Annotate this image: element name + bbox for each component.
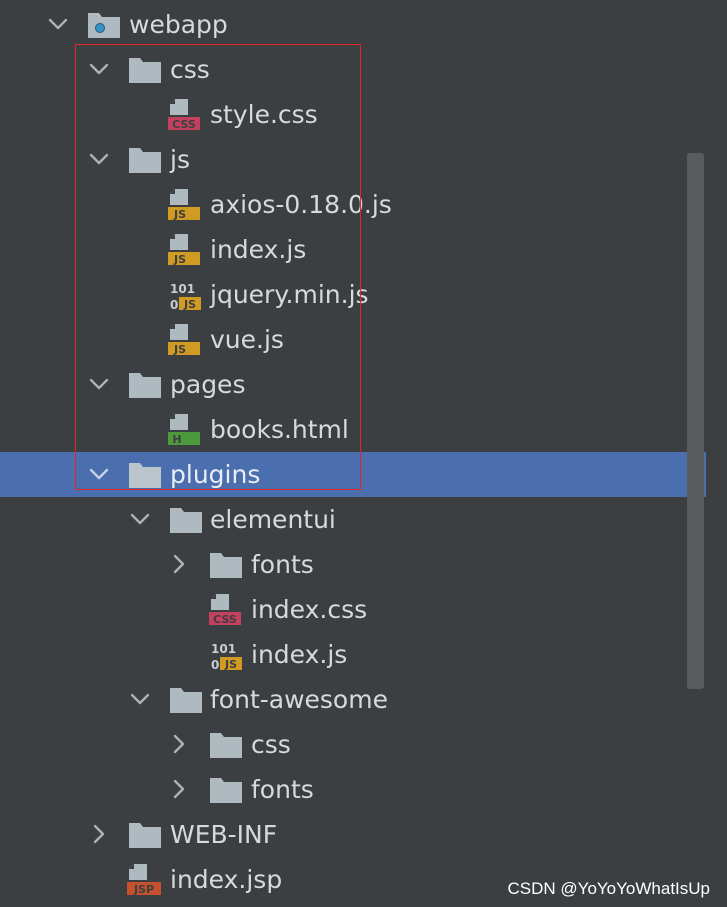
tree-node-elementui-fonts-folder[interactable]: fonts xyxy=(0,542,706,587)
tree-node-js-folder[interactable]: js xyxy=(0,137,706,182)
js-file-icon: JS xyxy=(168,323,204,356)
js-file-icon: JS xyxy=(168,233,204,266)
tree-node-jquery-min-js[interactable]: 101 0 JS jquery.min.js xyxy=(0,272,706,317)
tree-node-label: elementui xyxy=(210,505,336,534)
tree-node-label: plugins xyxy=(170,460,261,489)
folder-icon xyxy=(208,548,244,581)
vertical-scrollbar-thumb[interactable] xyxy=(687,153,704,689)
chevron-down-icon[interactable] xyxy=(88,58,110,80)
js-badge-text: JS xyxy=(173,208,186,221)
chevron-right-icon[interactable] xyxy=(168,733,190,755)
tree-node-label: js xyxy=(170,145,190,174)
jsp-badge-text: JSP xyxy=(133,883,154,896)
tree-node-webapp[interactable]: webapp xyxy=(0,2,706,47)
tree-node-label: axios-0.18.0.js xyxy=(210,190,392,219)
css-file-icon: CSS xyxy=(209,593,245,626)
folder-icon xyxy=(127,368,163,401)
chevron-right-icon[interactable] xyxy=(88,823,110,845)
css-badge-text: CSS xyxy=(172,118,196,131)
tree-node-css-folder[interactable]: css xyxy=(0,47,706,92)
tree-node-label: index.css xyxy=(251,595,368,624)
chevron-right-icon[interactable] xyxy=(168,778,190,800)
chevron-down-icon[interactable] xyxy=(88,463,110,485)
folder-icon xyxy=(208,773,244,806)
tree-node-label: index.js xyxy=(210,235,307,264)
chevron-down-icon[interactable] xyxy=(47,13,69,35)
folder-icon xyxy=(127,818,163,851)
js-file-icon: JS xyxy=(168,188,204,221)
project-tree: webapp css CSS style.css js JS axios-0.1… xyxy=(0,0,727,907)
tree-node-font-awesome-css-folder[interactable]: css xyxy=(0,722,706,767)
binary-left-text: 0 xyxy=(211,658,219,671)
web-module-folder-icon xyxy=(86,8,122,41)
tree-node-label: vue.js xyxy=(210,325,284,354)
chevron-down-icon[interactable] xyxy=(88,373,110,395)
tree-node-label: books.html xyxy=(210,415,349,444)
tree-node-label: index.js xyxy=(251,640,348,669)
tree-node-label: WEB-INF xyxy=(170,820,278,849)
html-file-icon: H xyxy=(168,413,204,446)
folder-icon xyxy=(127,143,163,176)
js-badge-text: JS xyxy=(224,658,237,671)
tree-node-label: css xyxy=(170,55,210,84)
chevron-down-icon[interactable] xyxy=(129,688,151,710)
chevron-down-icon[interactable] xyxy=(129,508,151,530)
tree-node-books-html[interactable]: H books.html xyxy=(0,407,706,452)
tree-node-vue-js[interactable]: JS vue.js xyxy=(0,317,706,362)
html-badge-text: H xyxy=(172,433,181,446)
jsp-file-icon: JSP xyxy=(127,863,163,896)
tree-node-plugins-folder[interactable]: plugins xyxy=(0,452,706,497)
tree-node-axios-js[interactable]: JS axios-0.18.0.js xyxy=(0,182,706,227)
tree-node-label: fonts xyxy=(251,550,314,579)
watermark: CSDN @YoYoYoWhatIsUp xyxy=(507,879,710,898)
tree-node-style-css[interactable]: CSS style.css xyxy=(0,92,706,137)
tree-node-label: pages xyxy=(170,370,246,399)
tree-node-font-awesome-fonts-folder[interactable]: fonts xyxy=(0,767,706,812)
chevron-down-icon[interactable] xyxy=(88,148,110,170)
binary-top-text: 101 xyxy=(211,642,236,656)
tree-node-elementui-folder[interactable]: elementui xyxy=(0,497,706,542)
tree-node-label: jquery.min.js xyxy=(210,280,369,309)
tree-node-elementui-index-css[interactable]: CSS index.css xyxy=(0,587,706,632)
binary-top-text: 101 xyxy=(170,282,195,296)
tree-node-label: style.css xyxy=(210,100,318,129)
tree-node-label: css xyxy=(251,730,291,759)
tree-node-web-inf-folder[interactable]: WEB-INF xyxy=(0,812,706,857)
tree-node-font-awesome-folder[interactable]: font-awesome xyxy=(0,677,706,722)
folder-icon xyxy=(208,728,244,761)
css-file-icon: CSS xyxy=(168,98,204,131)
js-badge-text: JS xyxy=(183,298,196,311)
tree-node-index-js[interactable]: JS index.js xyxy=(0,227,706,272)
chevron-right-icon[interactable] xyxy=(168,553,190,575)
css-badge-text: CSS xyxy=(213,613,237,626)
js-badge-text: JS xyxy=(173,253,186,266)
binary-left-text: 0 xyxy=(170,298,178,311)
folder-icon xyxy=(168,683,204,716)
tree-node-label: webapp xyxy=(129,10,228,39)
minified-js-file-icon: 101 0 JS xyxy=(209,638,245,671)
folder-icon xyxy=(127,458,163,491)
tree-node-label: font-awesome xyxy=(210,685,388,714)
tree-node-label: fonts xyxy=(251,775,314,804)
tree-node-elementui-index-js[interactable]: 101 0 JS index.js xyxy=(0,632,706,677)
tree-node-label: index.jsp xyxy=(170,865,283,894)
folder-icon xyxy=(168,503,204,536)
js-badge-text: JS xyxy=(173,343,186,356)
tree-node-pages-folder[interactable]: pages xyxy=(0,362,706,407)
folder-icon xyxy=(127,53,163,86)
minified-js-file-icon: 101 0 JS xyxy=(168,278,204,311)
